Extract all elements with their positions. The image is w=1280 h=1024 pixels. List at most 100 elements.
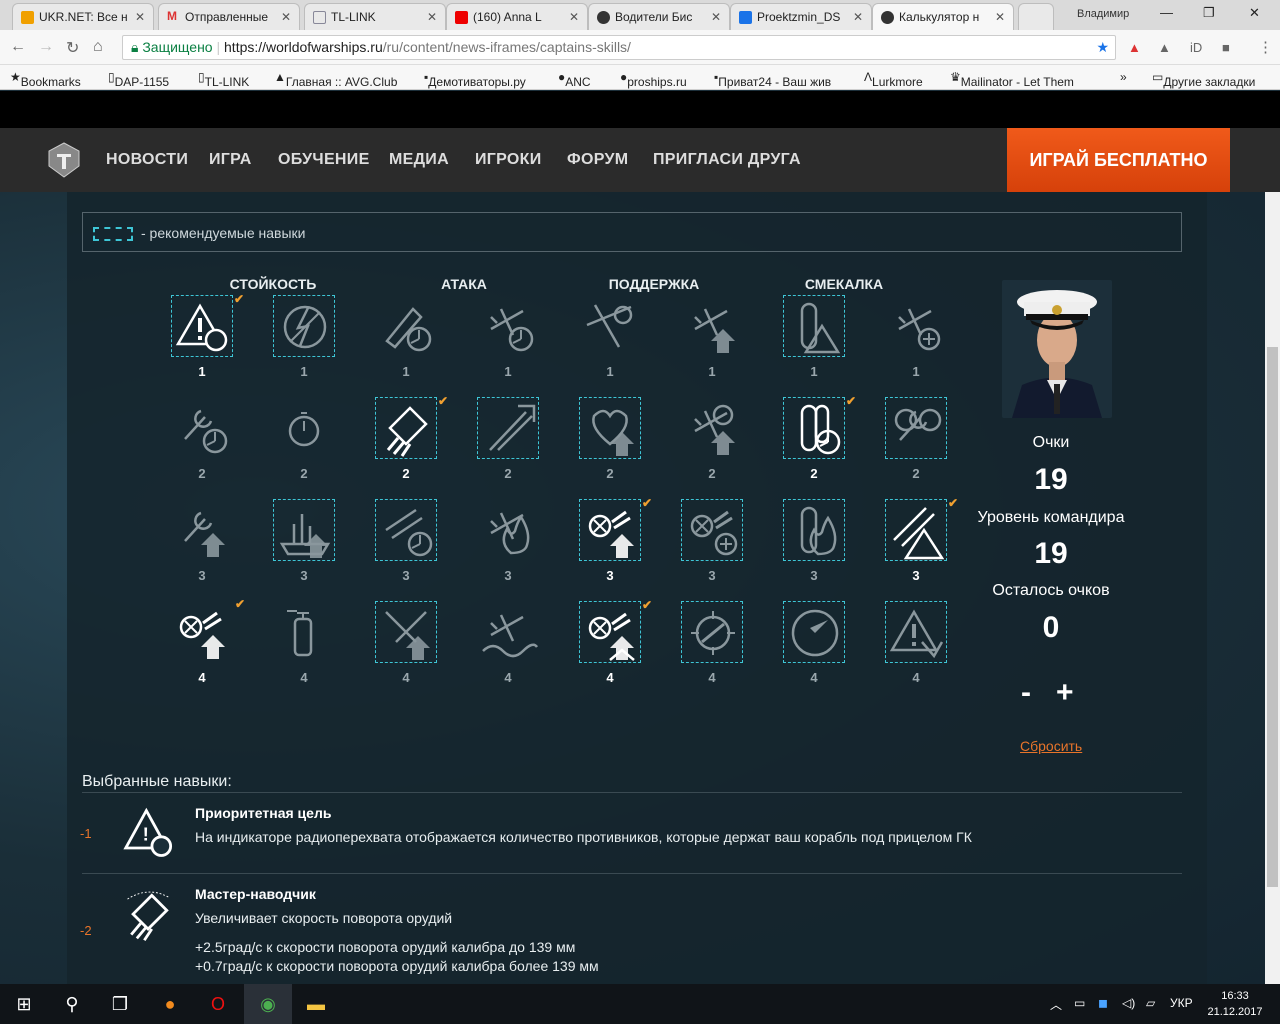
skill-slot[interactable] xyxy=(477,295,539,357)
tab-ukrnet[interactable]: UKR.NET: Все н ✕ xyxy=(12,3,154,30)
skill-slot[interactable] xyxy=(885,397,947,459)
skill-slot[interactable] xyxy=(273,499,335,561)
forward-icon[interactable]: → xyxy=(38,38,54,56)
nav-media[interactable]: МЕДИА xyxy=(389,151,449,169)
back-icon[interactable]: ← xyxy=(10,38,26,56)
file-explorer-icon[interactable]: ▬ xyxy=(292,984,340,1024)
skill-slot[interactable] xyxy=(681,397,743,459)
wows-logo-icon[interactable] xyxy=(48,142,80,178)
nav-learning[interactable]: ОБУЧЕНИЕ xyxy=(278,151,370,169)
reset-link[interactable]: Сбросить xyxy=(1020,738,1082,754)
skill-slot[interactable] xyxy=(681,295,743,357)
windows-start-icon[interactable]: ⊞ xyxy=(0,984,48,1024)
bookmark-item[interactable]: ▯ DAP-1155 xyxy=(108,70,169,89)
skill-slot[interactable] xyxy=(681,499,743,561)
skill-slot[interactable] xyxy=(273,601,335,663)
close-icon[interactable]: ✕ xyxy=(135,10,145,24)
profile-name[interactable]: Владимир xyxy=(1077,8,1129,20)
bookmark-item[interactable]: ● ANC xyxy=(558,70,591,89)
skill-slot[interactable] xyxy=(783,601,845,663)
close-icon[interactable]: ✕ xyxy=(569,10,579,24)
close-icon[interactable]: ✕ xyxy=(853,10,863,24)
skill-slot[interactable]: ✔ xyxy=(885,496,958,561)
tab-gmail[interactable]: M Отправленные ✕ xyxy=(158,3,300,30)
skill-slot[interactable] xyxy=(477,601,539,663)
window-close-icon[interactable]: ✕ xyxy=(1249,5,1260,21)
skill-slot[interactable]: ✔ xyxy=(171,292,244,357)
menu-icon[interactable]: ⋮ xyxy=(1258,38,1273,56)
url-input[interactable]: 🔒︎ Защищено | https://worldofwarships.ru… xyxy=(122,35,1116,60)
scrollbar-thumb[interactable] xyxy=(1267,347,1278,887)
close-icon[interactable]: ✕ xyxy=(711,10,721,24)
tab-youtube[interactable]: (160) Anna L ✕ xyxy=(446,3,588,30)
bookmark-star-icon[interactable]: ★ xyxy=(1096,36,1109,59)
language-indicator[interactable]: УКР xyxy=(1170,996,1193,1010)
tab-calculator[interactable]: Калькулятор н ✕ xyxy=(872,3,1014,30)
bookmarks-overflow[interactable]: » xyxy=(1120,70,1127,84)
increase-level-button[interactable]: + xyxy=(1056,676,1074,710)
skill-slot[interactable] xyxy=(171,499,233,561)
skill-slot[interactable] xyxy=(273,397,335,459)
bookmark-item[interactable]: ▯ TL-LINK xyxy=(198,70,249,89)
search-icon[interactable]: ⚲ xyxy=(48,984,96,1024)
skill-slot[interactable]: ✔ xyxy=(579,496,652,561)
extension-icon[interactable]: iD xyxy=(1190,40,1202,55)
extension-icon[interactable]: ▲ xyxy=(1128,40,1141,55)
chat-icon[interactable]: ▱ xyxy=(1146,996,1155,1010)
reload-icon[interactable]: ↻ xyxy=(66,38,79,58)
skill-slot[interactable] xyxy=(171,397,233,459)
skill-slot[interactable]: ✔ xyxy=(579,598,652,663)
bookmark-item[interactable]: ▪ Приват24 - Ваш жив xyxy=(714,70,831,89)
chrome-icon[interactable]: ◉ xyxy=(244,984,292,1024)
firefox-icon[interactable]: ● xyxy=(146,984,194,1024)
opera-icon[interactable]: O xyxy=(194,984,242,1024)
bookmark-item[interactable]: ▪ Демотиваторы.ру xyxy=(424,70,526,89)
skill-slot[interactable] xyxy=(885,295,947,357)
page-scrollbar[interactable] xyxy=(1265,192,1280,984)
volume-icon[interactable]: ◁) xyxy=(1122,996,1135,1010)
minimize-icon[interactable]: — xyxy=(1160,5,1173,20)
tab-wows-drivers[interactable]: Водители Бис ✕ xyxy=(588,3,730,30)
skill-slot[interactable] xyxy=(477,397,539,459)
tab-tllink[interactable]: TL-LINK ✕ xyxy=(304,3,446,30)
close-icon[interactable]: ✕ xyxy=(995,10,1005,24)
bookmark-item[interactable]: ● proships.ru xyxy=(620,70,687,89)
tray-overflow-icon[interactable]: ︿ xyxy=(1050,996,1062,1013)
close-icon[interactable]: ✕ xyxy=(427,10,437,24)
new-tab-button[interactable] xyxy=(1018,3,1054,30)
other-bookmarks[interactable]: ▭ Другие закладки xyxy=(1152,70,1255,89)
skill-slot[interactable] xyxy=(783,499,845,561)
close-icon[interactable]: ✕ xyxy=(281,10,291,24)
skill-slot[interactable]: ✔ xyxy=(375,394,448,459)
skill-slot[interactable] xyxy=(579,397,641,459)
bookmark-item[interactable]: Λ Lurkmore xyxy=(864,70,923,89)
extension-icon[interactable]: ▲ xyxy=(1158,40,1171,55)
clock[interactable]: 16:33 21.12.2017 xyxy=(1200,988,1270,1020)
maximize-icon[interactable]: ❐ xyxy=(1203,5,1215,21)
network-icon[interactable]: ▭ xyxy=(1074,996,1085,1010)
skill-slot[interactable] xyxy=(681,601,743,663)
skill-slot[interactable] xyxy=(885,601,947,663)
nav-forum[interactable]: ФОРУМ xyxy=(567,151,628,169)
nav-game[interactable]: ИГРА xyxy=(209,151,252,169)
task-view-icon[interactable]: ❐ xyxy=(96,984,144,1024)
skill-slot[interactable] xyxy=(375,295,437,357)
skill-slot[interactable] xyxy=(375,499,437,561)
bookmark-item[interactable]: ★ Bookmarks xyxy=(10,70,81,89)
skill-slot[interactable] xyxy=(783,295,845,357)
nav-players[interactable]: ИГРОКИ xyxy=(475,151,542,169)
extension-icon[interactable]: ■ xyxy=(1222,40,1230,55)
home-icon[interactable]: ⌂ xyxy=(93,38,103,56)
skill-slot[interactable]: ✔ xyxy=(171,597,245,663)
decrease-level-button[interactable]: - xyxy=(1021,676,1031,710)
skill-slot[interactable] xyxy=(579,295,641,357)
nav-invite-friend[interactable]: ПРИГЛАСИ ДРУГА xyxy=(653,151,801,169)
bookmark-item[interactable]: ▲ Главная :: AVG.Club xyxy=(274,70,397,89)
tab-proektzmin[interactable]: Proektzmin_DS ✕ xyxy=(730,3,872,30)
bookmark-item[interactable]: ♛ Mailinator - Let Them xyxy=(950,70,1074,89)
skill-slot[interactable] xyxy=(273,295,335,357)
skill-slot[interactable] xyxy=(375,601,437,663)
teamviewer-icon[interactable]: ◼ xyxy=(1098,996,1108,1010)
skill-slot[interactable]: ✔ xyxy=(783,394,856,459)
play-free-button[interactable]: ИГРАЙ БЕСПЛАТНО xyxy=(1007,128,1230,192)
